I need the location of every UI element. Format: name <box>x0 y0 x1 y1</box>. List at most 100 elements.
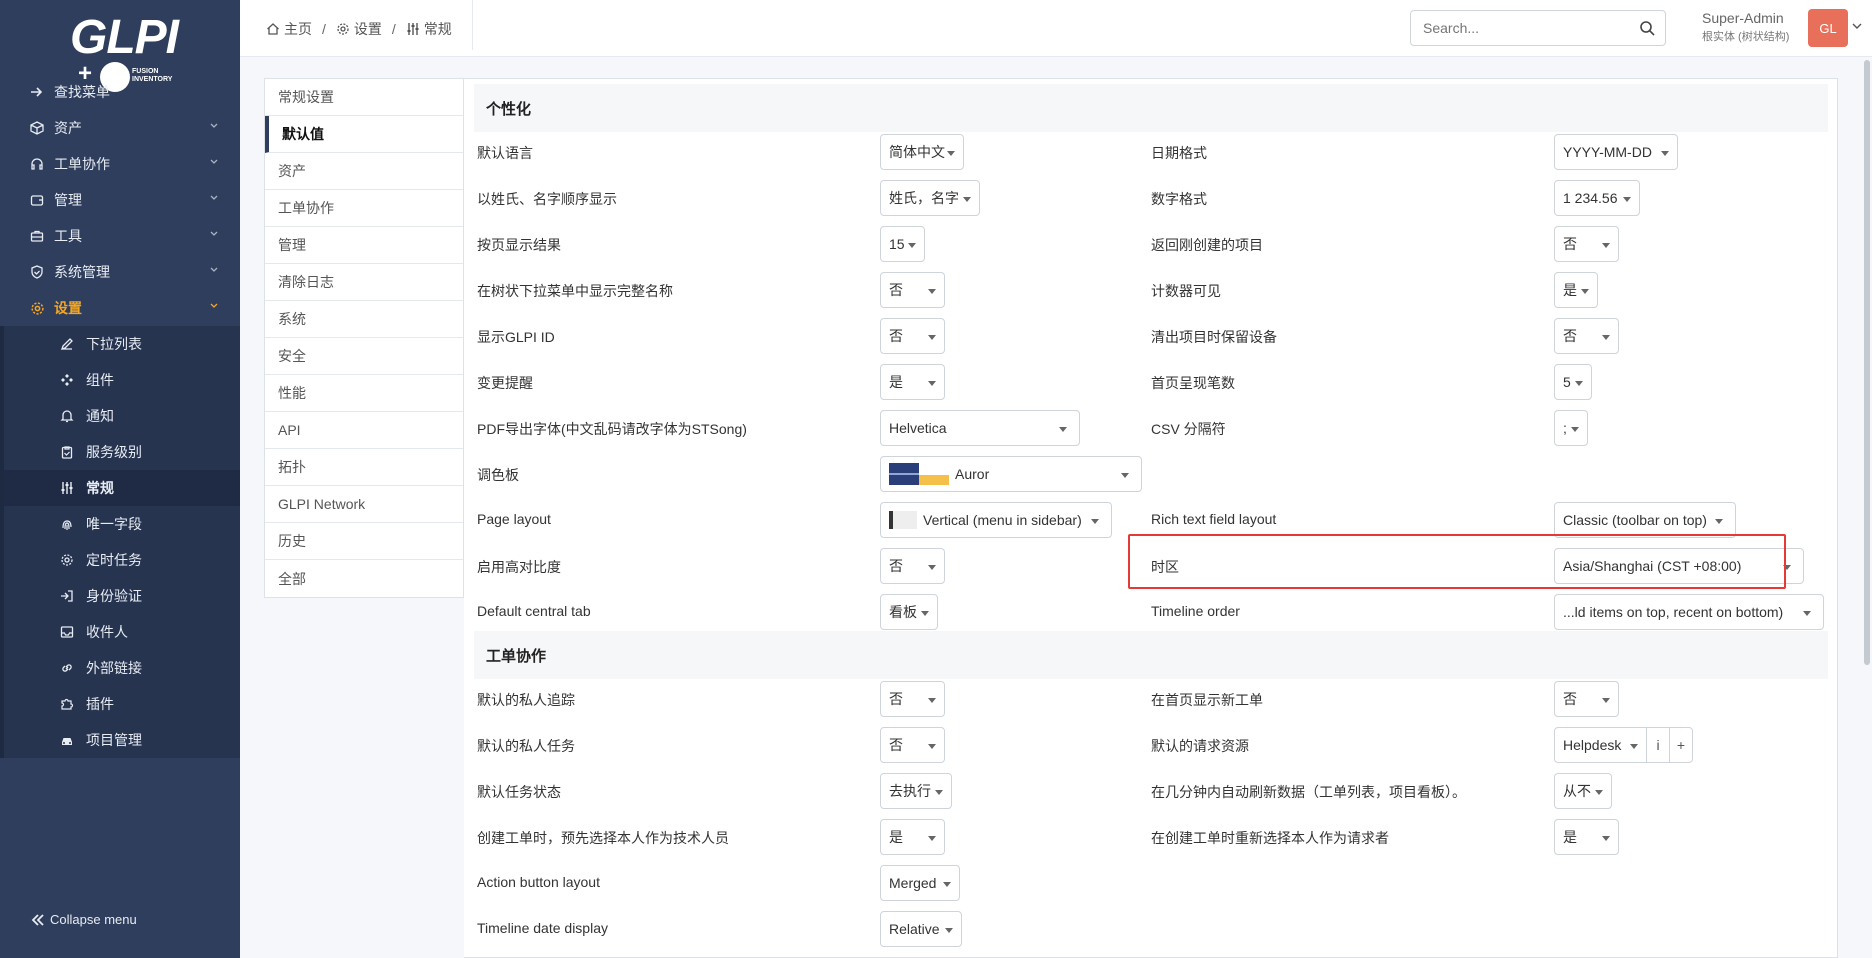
select-change-reminder[interactable]: 是 <box>880 364 945 400</box>
select-keep-devices[interactable]: 否 <box>1554 318 1619 354</box>
wallet-icon <box>28 191 46 209</box>
tab-purge-logs[interactable]: 清除日志 <box>265 264 463 301</box>
select-value: 是 <box>1563 829 1577 845</box>
submenu-item-auth[interactable]: 身份验证 <box>4 578 240 614</box>
select-task-state[interactable]: 去执行 <box>880 773 952 809</box>
menu-item-assets[interactable]: 资产 <box>0 110 240 146</box>
submenu-item-links[interactable]: 外部链接 <box>4 650 240 686</box>
tab-performance[interactable]: 性能 <box>265 375 463 412</box>
select-counter-visible[interactable]: 是 <box>1554 272 1598 308</box>
tab-general-setup[interactable]: 常规设置 <box>265 79 463 116</box>
select-value: Helvetica <box>889 420 947 436</box>
select-date-format[interactable]: YYYY-MM-DD <box>1554 134 1678 170</box>
select-value: 去执行 <box>889 783 931 799</box>
glpi-logo[interactable]: GLPI + FUSION INVENTORY <box>60 10 180 92</box>
select-results-per-page[interactable]: 15 <box>880 226 925 262</box>
breadcrumb-setup[interactable]: 设置 <box>354 19 382 39</box>
tab-all[interactable]: 全部 <box>265 560 463 597</box>
submenu-item-receivers[interactable]: 收件人 <box>4 614 240 650</box>
menu-item-find[interactable]: 查找菜单 <box>0 74 240 110</box>
label-csv-delimiter: CSV 分隔符 <box>1151 421 1226 437</box>
menu-label: 管理 <box>54 192 82 208</box>
select-pdf-font[interactable]: Helvetica <box>880 410 1080 446</box>
select-high-contrast[interactable]: 否 <box>880 548 945 584</box>
select-request-source[interactable]: Helpdesk <box>1554 727 1647 763</box>
select-number-format[interactable]: 1 234.56 <box>1554 180 1640 216</box>
select-default-central-tab[interactable]: 看板 <box>880 594 938 630</box>
user-info[interactable]: Super-Admin 根实体 (树状结构) <box>1702 10 1789 44</box>
menu-item-management[interactable]: 管理 <box>0 182 240 218</box>
label-name-order: 以姓氏、名字顺序显示 <box>477 191 617 207</box>
tab-assistance[interactable]: 工单协作 <box>265 190 463 227</box>
select-show-glpi-id[interactable]: 否 <box>880 318 945 354</box>
select-csv-delimiter[interactable]: ; <box>1554 410 1588 446</box>
select-value: 姓氏，名字 <box>889 190 959 206</box>
tab-security[interactable]: 安全 <box>265 338 463 375</box>
home-icon <box>266 22 280 36</box>
components-icon <box>58 371 76 389</box>
menu-item-assistance[interactable]: 工单协作 <box>0 146 240 182</box>
submenu-item-dropdowns[interactable]: 下拉列表 <box>4 326 240 362</box>
collapse-menu-button[interactable]: Collapse menu <box>30 912 137 927</box>
menu-label: 系统管理 <box>54 264 110 280</box>
menu-item-tools[interactable]: 工具 <box>0 218 240 254</box>
tab-assets[interactable]: 资产 <box>265 153 463 190</box>
tab-api[interactable]: API <box>265 412 463 449</box>
tab-glpi-network[interactable]: GLPI Network <box>265 486 463 523</box>
link-icon <box>58 659 76 677</box>
submenu-item-plugins[interactable]: 插件 <box>4 686 240 722</box>
layout-preview-icon <box>889 511 917 529</box>
search-icon[interactable] <box>1639 20 1655 36</box>
select-timeline-order[interactable]: ...ld items on top, recent on bottom) <box>1554 594 1824 630</box>
sidebar: GLPI + FUSION INVENTORY 查找菜单 资产 工单协作 管理 工… <box>0 0 240 958</box>
submenu-label: 通知 <box>86 408 114 424</box>
submenu-item-general[interactable]: 常规 <box>4 470 240 506</box>
header-divider <box>472 0 473 50</box>
submenu-item-slm[interactable]: 服务级别 <box>4 434 240 470</box>
select-palette[interactable]: Auror <box>880 456 1142 492</box>
avatar[interactable]: GL <box>1808 9 1848 47</box>
submenu-item-unicity[interactable]: 唯一字段 <box>4 506 240 542</box>
tab-system[interactable]: 系统 <box>265 301 463 338</box>
car-icon <box>58 731 76 749</box>
chevron-down-icon[interactable] <box>1852 22 1862 30</box>
select-page-layout[interactable]: Vertical (menu in sidebar) <box>880 502 1112 538</box>
select-reselect-requester[interactable]: 是 <box>1554 819 1619 855</box>
breadcrumb-general[interactable]: 常规 <box>424 19 452 39</box>
submenu-item-crontasks[interactable]: 定时任务 <box>4 542 240 578</box>
select-private-followup[interactable]: 否 <box>880 681 945 717</box>
select-timeline-date-display[interactable]: Relative <box>880 911 962 947</box>
select-return-created-item[interactable]: 否 <box>1554 226 1619 262</box>
label-counter-visible: 计数器可见 <box>1151 283 1221 299</box>
breadcrumb-home[interactable]: 主页 <box>284 19 312 39</box>
select-name-order[interactable]: 姓氏，名字 <box>880 180 980 216</box>
label-date-format: 日期格式 <box>1151 145 1207 161</box>
tab-default-values[interactable]: 默认值 <box>265 116 463 153</box>
submenu-item-projects[interactable]: 项目管理 <box>4 722 240 758</box>
info-icon[interactable]: i <box>1646 727 1670 763</box>
select-auto-refresh[interactable]: 从不 <box>1554 773 1612 809</box>
select-show-new-tickets[interactable]: 否 <box>1554 681 1619 717</box>
select-private-task[interactable]: 否 <box>880 727 945 763</box>
select-home-items-count[interactable]: 5 <box>1554 364 1592 400</box>
tab-topology[interactable]: 拓扑 <box>265 449 463 486</box>
select-action-button-layout[interactable]: Merged <box>880 865 960 901</box>
add-icon[interactable]: + <box>1669 727 1693 763</box>
select-tree-full-name[interactable]: 否 <box>880 272 945 308</box>
page-scrollbar[interactable] <box>1864 60 1870 665</box>
tab-management[interactable]: 管理 <box>265 227 463 264</box>
box-icon <box>28 119 46 137</box>
sliders-icon <box>58 479 76 497</box>
submenu-item-components[interactable]: 组件 <box>4 362 240 398</box>
search-input[interactable] <box>1411 11 1621 45</box>
submenu-item-notifications[interactable]: 通知 <box>4 398 240 434</box>
tab-history[interactable]: 历史 <box>265 523 463 560</box>
menu-item-administration[interactable]: 系统管理 <box>0 254 240 290</box>
menu-item-setup[interactable]: 设置 <box>0 290 240 326</box>
label-reselect-requester: 在创建工单时重新选择本人作为请求者 <box>1151 830 1389 846</box>
select-default-language[interactable]: 简体中文 <box>880 134 964 170</box>
breadcrumb: 主页 / 设置 / 常规 <box>266 19 452 39</box>
select-preselect-tech[interactable]: 是 <box>880 819 945 855</box>
select-rich-text-layout[interactable]: Classic (toolbar on top) <box>1554 502 1736 538</box>
top-header: 主页 / 设置 / 常规 Super-Admin 根实体 (树状结构) GL <box>240 0 1872 57</box>
